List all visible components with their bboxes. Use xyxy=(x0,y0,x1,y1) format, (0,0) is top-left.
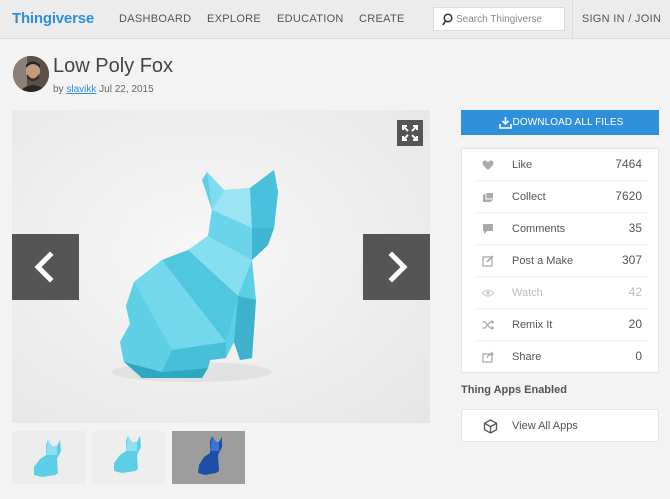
stat-label: Collect xyxy=(512,191,546,203)
search-box[interactable] xyxy=(433,7,565,31)
nav-explore[interactable]: EXPLORE xyxy=(207,13,261,25)
top-nav-bar: Thingiverse DASHBOARD EXPLORE EDUCATION … xyxy=(0,0,670,39)
stat-comments[interactable]: Comments 35 xyxy=(474,213,648,245)
search-input[interactable] xyxy=(456,11,560,27)
stat-collect[interactable]: Collect 7620 xyxy=(474,181,648,213)
stat-label: Comments xyxy=(512,223,566,235)
stat-post-a-make[interactable]: Post a Make 307 xyxy=(474,245,648,277)
stat-count: 0 xyxy=(635,349,642,363)
byline: by slavikk Jul 22, 2015 xyxy=(53,84,154,95)
thumbnail-3[interactable] xyxy=(172,431,245,484)
stat-like[interactable]: Like 7464 xyxy=(474,149,648,181)
heart-icon xyxy=(482,160,494,170)
stat-label: Remix It xyxy=(512,319,553,331)
thumbnail-1[interactable] xyxy=(12,431,85,484)
chevron-right-icon xyxy=(388,251,408,283)
author-link[interactable]: slavikk xyxy=(66,84,96,95)
share-icon xyxy=(482,351,494,363)
stat-count: 42 xyxy=(628,285,642,299)
stat-remix-it[interactable]: Remix It 20 xyxy=(474,309,648,341)
stats-panel: Like 7464 Collect 7620 Comments 35 Post … xyxy=(461,148,659,373)
nav-dashboard[interactable]: DASHBOARD xyxy=(119,13,191,25)
nav-create[interactable]: CREATE xyxy=(359,13,405,25)
fox-figure xyxy=(120,170,278,378)
edit-icon xyxy=(482,255,494,267)
author-avatar[interactable] xyxy=(13,56,49,92)
stat-count: 20 xyxy=(628,317,642,331)
stat-label: Like xyxy=(512,159,533,171)
sign-in-join-link[interactable]: SIGN IN / JOIN xyxy=(572,0,670,39)
stat-count: 307 xyxy=(621,253,642,267)
download-all-files-button[interactable]: DOWNLOAD ALL FILES xyxy=(461,110,659,135)
publish-date: Jul 22, 2015 xyxy=(99,84,154,95)
eye-icon xyxy=(482,289,494,297)
collect-icon xyxy=(483,193,493,202)
stat-label: Share xyxy=(512,351,542,363)
stat-share[interactable]: Share 0 xyxy=(474,341,648,373)
page-title: Low Poly Fox xyxy=(53,55,174,77)
stat-label: Watch xyxy=(512,287,543,299)
search-icon xyxy=(442,13,453,26)
view-all-apps-label: View All Apps xyxy=(512,420,578,432)
cube-icon xyxy=(483,419,498,434)
expand-icon[interactable] xyxy=(397,120,423,146)
stat-watch[interactable]: Watch 42 xyxy=(474,277,648,309)
stat-count: 7464 xyxy=(615,157,642,171)
next-image-button[interactable] xyxy=(363,234,430,300)
chevron-left-icon xyxy=(34,251,54,283)
thing-apps-heading: Thing Apps Enabled xyxy=(461,384,567,396)
stat-label: Post a Make xyxy=(512,255,574,267)
byline-prefix: by xyxy=(53,84,64,95)
shuffle-icon xyxy=(482,320,494,330)
stat-count: 35 xyxy=(628,221,642,235)
thingiverse-logo[interactable]: Thingiverse xyxy=(12,10,94,27)
download-icon xyxy=(499,117,512,129)
nav-education[interactable]: EDUCATION xyxy=(277,13,344,25)
stat-count: 7620 xyxy=(615,189,642,203)
comment-icon xyxy=(483,224,493,234)
thumbnail-2[interactable] xyxy=(92,431,165,484)
view-all-apps-button[interactable]: View All Apps xyxy=(461,409,659,442)
download-label: DOWNLOAD ALL FILES xyxy=(512,117,624,128)
previous-image-button[interactable] xyxy=(12,234,79,300)
